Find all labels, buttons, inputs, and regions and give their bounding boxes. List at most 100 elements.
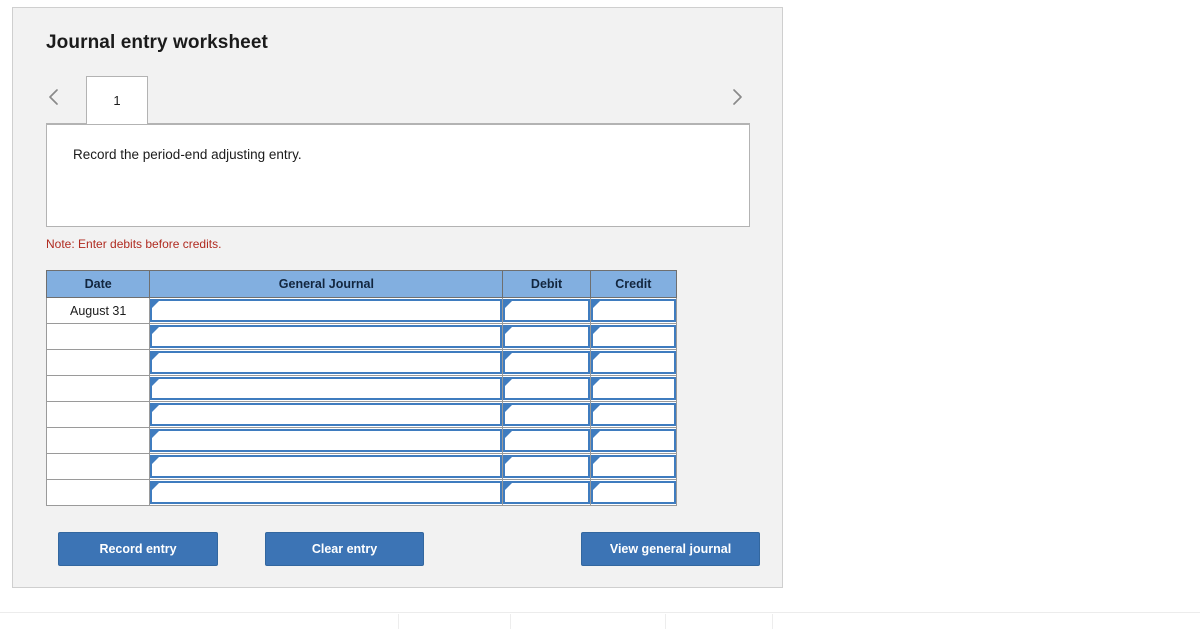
credit-amount-input-value <box>593 431 674 433</box>
date-cell[interactable] <box>45 453 151 480</box>
table-row: August 31 <box>45 297 678 324</box>
debit-amount-input-value <box>505 353 587 355</box>
dropdown-triangle-icon[interactable] <box>505 301 513 308</box>
dropdown-triangle-icon[interactable] <box>152 483 160 490</box>
dropdown-triangle-icon[interactable] <box>505 379 513 386</box>
debit-amount-input[interactable] <box>503 455 590 478</box>
table-row <box>45 349 678 376</box>
date-cell[interactable] <box>45 375 151 402</box>
debit-amount-input[interactable] <box>503 481 590 504</box>
credit-amount-input[interactable] <box>590 325 676 348</box>
credit-amount-input-cell <box>589 375 678 402</box>
column-header-general-journal: General Journal <box>149 270 504 298</box>
debit-amount-input-value <box>505 301 587 303</box>
debit-amount-input-value <box>505 483 587 485</box>
debit-amount-input[interactable] <box>503 429 590 452</box>
journal-account-input[interactable] <box>150 377 503 400</box>
date-cell[interactable] <box>45 323 151 350</box>
table-row <box>45 323 678 350</box>
date-cell[interactable] <box>45 427 151 454</box>
credit-amount-input[interactable] <box>590 377 676 400</box>
debit-amount-input-cell <box>502 401 591 428</box>
journal-account-input-value <box>152 431 500 433</box>
journal-account-input[interactable] <box>150 325 503 348</box>
credit-amount-input-value <box>593 353 674 355</box>
journal-account-input-cell <box>149 375 504 402</box>
chevron-left-icon[interactable] <box>44 87 64 107</box>
dropdown-triangle-icon[interactable] <box>505 483 513 490</box>
debit-amount-input[interactable] <box>503 351 590 374</box>
tab-item-1[interactable]: 1 <box>86 76 148 124</box>
journal-account-input[interactable] <box>150 455 503 478</box>
dropdown-triangle-icon[interactable] <box>592 431 600 438</box>
debit-amount-input[interactable] <box>503 325 590 348</box>
dropdown-triangle-icon[interactable] <box>505 405 513 412</box>
journal-account-input-value <box>152 327 500 329</box>
table-row <box>45 479 678 506</box>
bottom-tick <box>398 614 399 629</box>
credit-amount-input[interactable] <box>590 403 676 426</box>
journal-table-body: August 31 <box>45 297 678 506</box>
clear-entry-button[interactable]: Clear entry <box>265 532 424 566</box>
journal-account-input[interactable] <box>150 481 503 504</box>
date-cell[interactable] <box>45 401 151 428</box>
dropdown-triangle-icon[interactable] <box>592 483 600 490</box>
credit-amount-input[interactable] <box>590 455 676 478</box>
dropdown-triangle-icon[interactable] <box>505 327 513 334</box>
credit-amount-input[interactable] <box>590 481 676 504</box>
date-cell[interactable] <box>45 479 151 506</box>
dropdown-triangle-icon[interactable] <box>152 327 160 334</box>
dropdown-triangle-icon[interactable] <box>152 353 160 360</box>
dropdown-triangle-icon[interactable] <box>592 353 600 360</box>
debit-amount-input[interactable] <box>503 403 590 426</box>
debit-amount-input[interactable] <box>503 299 590 322</box>
journal-account-input[interactable] <box>150 299 503 322</box>
table-row <box>45 375 678 402</box>
debit-amount-input-value <box>505 431 587 433</box>
bottom-tick <box>665 614 666 629</box>
bottom-panel <box>0 613 1200 629</box>
tab-strip: 1 <box>13 71 782 124</box>
journal-account-input[interactable] <box>150 351 503 374</box>
journal-account-input[interactable] <box>150 403 503 426</box>
chevron-right-icon[interactable] <box>727 87 747 107</box>
debit-amount-input-cell <box>502 297 591 324</box>
credit-amount-input[interactable] <box>590 429 676 452</box>
credit-amount-input-cell <box>589 427 678 454</box>
debit-amount-input-value <box>505 457 587 459</box>
journal-account-input-value <box>152 457 500 459</box>
dropdown-triangle-icon[interactable] <box>152 379 160 386</box>
dropdown-triangle-icon[interactable] <box>505 431 513 438</box>
column-header-debit: Debit <box>502 270 591 298</box>
dropdown-triangle-icon[interactable] <box>505 353 513 360</box>
dropdown-triangle-icon[interactable] <box>152 301 160 308</box>
date-cell[interactable] <box>45 349 151 376</box>
dropdown-triangle-icon[interactable] <box>592 379 600 386</box>
dropdown-triangle-icon[interactable] <box>592 457 600 464</box>
credit-amount-input-value <box>593 379 674 381</box>
column-header-date: Date <box>45 270 151 298</box>
credit-amount-input-value <box>593 405 674 407</box>
dropdown-triangle-icon[interactable] <box>152 405 160 412</box>
record-entry-button[interactable]: Record entry <box>58 532 218 566</box>
dropdown-triangle-icon[interactable] <box>505 457 513 464</box>
view-general-journal-button[interactable]: View general journal <box>581 532 760 566</box>
dropdown-triangle-icon[interactable] <box>592 327 600 334</box>
credit-amount-input-cell <box>589 479 678 506</box>
credit-amount-input-value <box>593 457 674 459</box>
debit-amount-input-cell <box>502 349 591 376</box>
credit-amount-input[interactable] <box>590 299 676 322</box>
table-row <box>45 427 678 454</box>
dropdown-triangle-icon[interactable] <box>592 301 600 308</box>
journal-account-input-cell <box>149 349 504 376</box>
dropdown-triangle-icon[interactable] <box>152 457 160 464</box>
journal-entry-table: Date General Journal Debit Credit August… <box>45 270 678 506</box>
instruction-text: Record the period-end adjusting entry. <box>73 147 302 162</box>
dropdown-triangle-icon[interactable] <box>152 431 160 438</box>
journal-account-input[interactable] <box>150 429 503 452</box>
dropdown-triangle-icon[interactable] <box>592 405 600 412</box>
table-row <box>45 453 678 480</box>
credit-amount-input[interactable] <box>590 351 676 374</box>
debit-amount-input[interactable] <box>503 377 590 400</box>
date-cell[interactable]: August 31 <box>45 297 151 324</box>
